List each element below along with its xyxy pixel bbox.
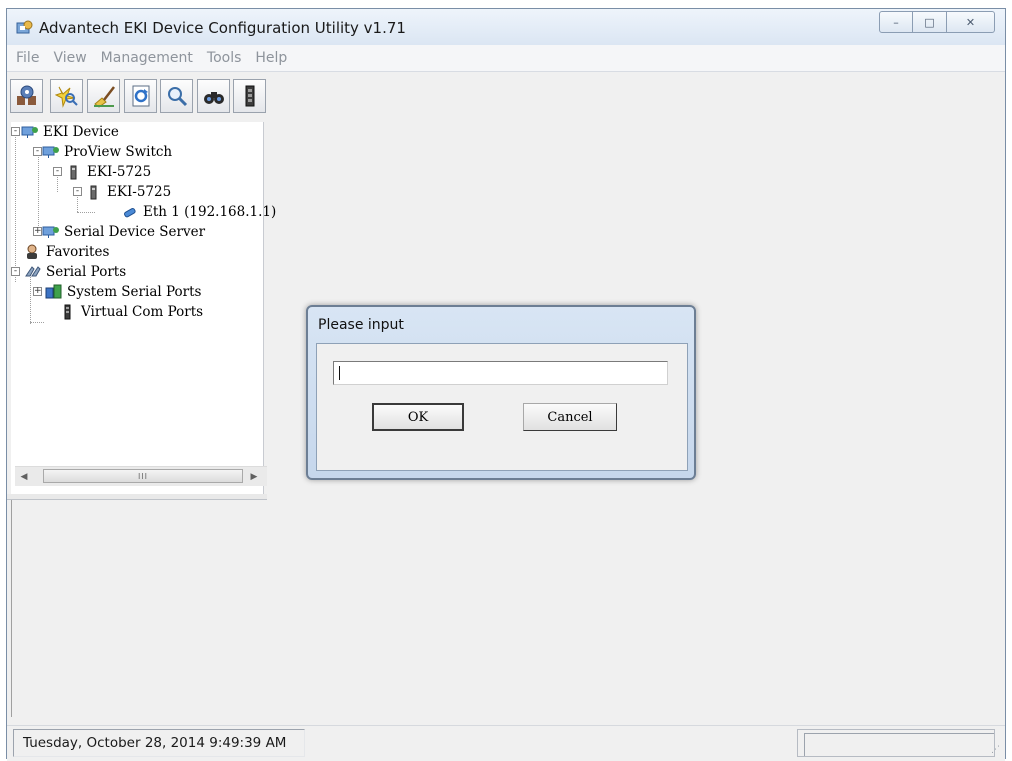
close-button[interactable]: ✕ <box>947 11 995 33</box>
status-datetime: Tuesday, October 28, 2014 9:49:39 AM <box>13 729 305 757</box>
scroll-left-icon[interactable]: ◀ <box>15 467 33 486</box>
scroll-right-icon[interactable]: ▶ <box>245 467 263 486</box>
device-list-button[interactable] <box>10 79 43 113</box>
window-title: Advantech EKI Device Configuration Utili… <box>39 19 406 37</box>
zoom-button[interactable] <box>160 79 193 113</box>
tree-label: System Serial Ports <box>67 284 202 300</box>
maximize-button[interactable]: □ <box>913 11 947 33</box>
expander-eki-device[interactable]: - <box>11 127 20 136</box>
menu-view[interactable]: View <box>53 50 86 66</box>
dialog-text-input[interactable] <box>333 361 668 385</box>
tree-label: EKI-5725 <box>107 184 172 200</box>
refresh-button[interactable] <box>124 79 157 113</box>
search-device-button[interactable] <box>50 79 83 113</box>
tree-label: ProView Switch <box>64 144 173 160</box>
refresh-icon <box>132 85 149 107</box>
switch-icon <box>70 165 77 180</box>
tree-label: EKI-5725 <box>87 164 152 180</box>
switch-icon <box>90 185 97 200</box>
expander-eki-5725[interactable]: - <box>73 187 82 196</box>
tree-label: Eth 1 (192.168.1.1) <box>143 204 277 220</box>
virtual-port-icon <box>64 304 71 320</box>
menu-help[interactable]: Help <box>255 50 287 66</box>
expander-system-serial-ports[interactable]: + <box>33 287 42 296</box>
menu-file[interactable]: File <box>16 50 39 66</box>
tree-item-eki-5725[interactable]: EKI-5725 <box>85 182 171 202</box>
expander-serial-ports[interactable]: - <box>11 267 20 276</box>
app-icon <box>16 20 33 34</box>
minimize-icon: – <box>893 15 899 29</box>
serial-icon <box>245 85 254 107</box>
ethernet-icon <box>124 208 136 218</box>
zoom-icon <box>167 87 187 107</box>
network-icon <box>42 226 59 238</box>
system-ports-icon <box>45 284 62 299</box>
tree-item-serial-device-server[interactable]: Serial Device Server <box>42 222 205 242</box>
locate-button[interactable] <box>197 79 230 113</box>
menu-bar: File View Management Tools Help <box>7 45 1005 72</box>
clear-button[interactable] <box>87 79 120 113</box>
tree-item-proview-switch[interactable]: ProView Switch <box>42 142 172 162</box>
tree-item-serial-ports[interactable]: Serial Ports <box>24 262 126 282</box>
tree-item-favorites[interactable]: Favorites <box>24 242 109 262</box>
scroll-grip: III <box>137 471 149 481</box>
text-caret <box>339 366 340 380</box>
tree-item-system-serial-ports[interactable]: System Serial Ports <box>45 282 201 302</box>
tree-label: EKI Device <box>43 124 119 140</box>
ok-button[interactable]: OK <box>372 403 464 431</box>
tree-label: Serial Ports <box>46 264 127 280</box>
expander-proview-switch[interactable]: - <box>33 147 42 156</box>
window-controls: – □ ✕ <box>879 11 995 33</box>
detail-panel <box>11 500 264 717</box>
network-icon <box>21 126 38 138</box>
status-bar: Tuesday, October 28, 2014 9:49:39 AM ⋰ <box>7 725 1005 761</box>
menu-tools[interactable]: Tools <box>207 50 242 66</box>
maximize-icon: □ <box>924 15 935 29</box>
favorites-icon <box>27 244 37 259</box>
scroll-thumb[interactable]: III <box>43 469 243 483</box>
tree-item-virtual-com-ports[interactable]: Virtual Com Ports <box>59 302 203 322</box>
tree-item-eki-device[interactable]: EKI Device <box>21 122 119 142</box>
cancel-button[interactable]: Cancel <box>523 403 617 431</box>
expander-serial-device-server[interactable]: + <box>33 227 42 236</box>
tree-item-eki-5725-group[interactable]: EKI-5725 <box>65 162 151 182</box>
serial-ports-icon <box>25 266 41 277</box>
locate-icon <box>203 92 224 104</box>
tree-label: Favorites <box>46 244 110 260</box>
devices-icon <box>16 85 36 105</box>
tree-item-eth1[interactable]: Eth 1 (192.168.1.1) <box>121 202 276 222</box>
clear-icon <box>93 86 115 108</box>
device-tree: - EKI Device - ProView Switch - EKI-5725… <box>11 122 276 496</box>
search-icon <box>54 86 78 108</box>
expander-eki-5725-group[interactable]: - <box>53 167 62 176</box>
tree-label: Serial Device Server <box>64 224 206 240</box>
tree-horizontal-scrollbar[interactable]: ◀ III ▶ <box>15 466 267 486</box>
dialog-body: OK Cancel <box>316 343 688 471</box>
tree-label: Virtual Com Ports <box>81 304 204 320</box>
menu-management[interactable]: Management <box>101 50 193 66</box>
minimize-button[interactable]: – <box>879 11 913 33</box>
network-icon <box>42 146 59 158</box>
dialog-title: Please input <box>318 317 404 333</box>
title-bar[interactable]: Advantech EKI Device Configuration Utili… <box>7 9 1005 45</box>
input-dialog: Please input OK Cancel <box>306 305 696 480</box>
resize-grip-icon[interactable]: ⋰ <box>991 746 1003 759</box>
close-icon: ✕ <box>965 15 976 29</box>
serial-port-button[interactable] <box>233 79 266 113</box>
status-secondary-field <box>797 729 995 757</box>
toolbar <box>7 73 1005 119</box>
